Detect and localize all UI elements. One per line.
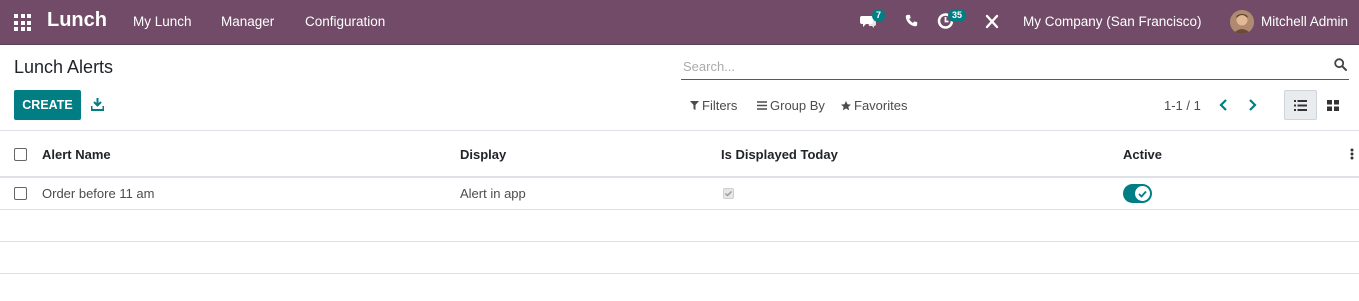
pager-next-button[interactable] (1247, 96, 1257, 117)
cell-display: Alert in app (460, 186, 526, 201)
is-displayed-today-checkbox (723, 188, 734, 199)
download-icon[interactable] (90, 98, 105, 114)
apps-menu-icon[interactable] (14, 14, 31, 31)
column-header-alert-name[interactable]: Alert Name (42, 147, 111, 162)
active-toggle[interactable] (1123, 184, 1152, 203)
kanban-view-button[interactable] (1316, 90, 1349, 120)
phone-button[interactable] (905, 14, 918, 34)
user-avatar[interactable] (1230, 10, 1254, 34)
empty-row (0, 242, 1359, 274)
chevron-left-icon (1219, 99, 1227, 111)
favorites-label: Favorites (854, 98, 908, 113)
group-by-button[interactable]: Group By (757, 98, 825, 113)
company-switcher[interactable]: My Company (San Francisco) (1023, 14, 1202, 29)
chevron-right-icon (1249, 99, 1257, 111)
empty-row (0, 210, 1359, 242)
messages-button[interactable]: 7 (860, 9, 886, 32)
create-button[interactable]: CREATE (14, 90, 81, 120)
pager-previous-button[interactable] (1219, 96, 1229, 117)
activities-count-badge: 35 (948, 9, 967, 22)
kanban-icon (1326, 99, 1339, 111)
debug-tools-button[interactable] (985, 14, 999, 34)
table-row[interactable]: Order before 11 am Alert in app (0, 178, 1359, 210)
star-icon (841, 100, 851, 110)
bars-icon (757, 101, 767, 110)
menu-configuration[interactable]: Configuration (305, 14, 385, 29)
phone-icon (905, 14, 918, 27)
tools-icon (985, 14, 999, 29)
menu-manager[interactable]: Manager (221, 14, 274, 29)
row-select-checkbox[interactable] (14, 187, 27, 200)
activities-button[interactable]: 35 (937, 9, 967, 32)
search-icon[interactable] (1334, 58, 1347, 74)
favorites-button[interactable]: Favorites (841, 98, 907, 113)
page-title: Lunch Alerts (14, 57, 114, 77)
search-bar (681, 53, 1349, 80)
search-input[interactable] (683, 57, 1323, 75)
column-header-active[interactable]: Active (1123, 147, 1162, 162)
filters-label: Filters (702, 98, 738, 113)
list-view-button[interactable] (1284, 90, 1317, 120)
list-icon (1294, 99, 1307, 111)
cell-alert-name: Order before 11 am (42, 186, 155, 201)
top-navbar: Lunch My Lunch Manager Configuration 7 3… (0, 0, 1359, 45)
menu-my-lunch[interactable]: My Lunch (133, 14, 192, 29)
user-menu[interactable]: Mitchell Admin (1261, 14, 1348, 29)
select-all-checkbox[interactable] (14, 148, 27, 161)
column-header-is-displayed-today[interactable]: Is Displayed Today (721, 147, 838, 162)
column-header-display[interactable]: Display (460, 147, 506, 162)
app-name[interactable]: Lunch (47, 9, 107, 32)
messages-count-badge: 7 (872, 9, 886, 22)
optional-columns-icon[interactable] (1350, 148, 1354, 163)
pager-value[interactable]: 1-1 / 1 (1164, 98, 1201, 113)
group-by-label: Group By (770, 98, 825, 113)
filters-button[interactable]: Filters (690, 98, 737, 113)
check-icon (1135, 186, 1150, 201)
filter-icon (690, 101, 699, 110)
table-header: Alert Name Display Is Displayed Today Ac… (0, 130, 1359, 178)
